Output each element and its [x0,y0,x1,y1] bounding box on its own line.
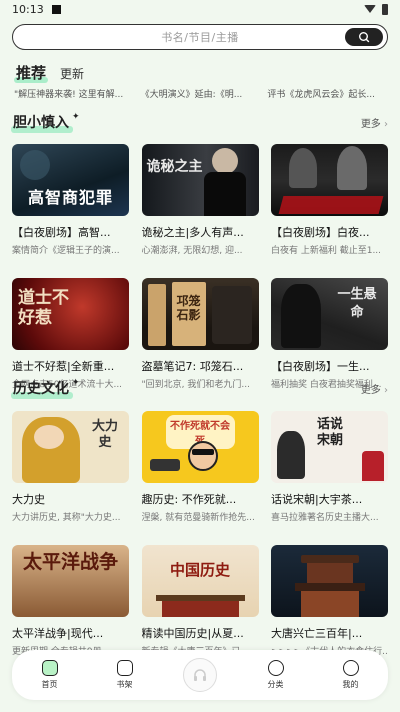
album-desc: 白夜有 上新福利 截止至1... [271,246,382,256]
section-header: 胆小慎入 ✦ 更多 › [11,110,388,134]
chevron-right-icon: › [384,384,388,396]
album-grid: 大力史 大力史 大力讲历史, 其称"大力史... 不作死就不会死 趣历史: 不作… [12,411,388,679]
cover-text: 太平洋战争 [22,551,118,573]
album-title: 精读中国历史|从夏... [141,627,244,640]
headphones-icon [183,658,217,692]
album-cover: 诡秘之主 [141,144,259,216]
more-link[interactable]: 更多 › [361,381,388,396]
album-title: 道士不好惹|全新重... [12,360,115,373]
album-card[interactable]: 大力史 大力史 大力讲历史, 其称"大力史... [12,411,129,545]
album-title: 【白夜剧场】高智... [12,226,111,239]
album-cover: 一生悬命 [271,278,388,350]
album-title: 话说宋朝|大宇茶... [271,493,363,506]
wifi-icon [364,5,376,13]
nav-home[interactable]: 首页 [12,660,87,690]
album-cover: 邛笼石影 [141,278,259,350]
album-desc: 喜马拉雅著名历史主播大... [271,513,379,523]
section-title: 胆小慎入 [11,112,73,133]
album-cover: 太平洋战争 [12,545,129,617]
album-title: 【白夜剧场】白夜... [271,226,370,239]
album-cover: 道士不好惹 [12,278,129,350]
nav-mine[interactable]: 我的 [313,660,388,690]
album-title: 太平洋战争|现代... [12,627,104,640]
nav-label: 首页 [41,680,58,689]
cover-text: 高智商犯罪 [27,188,113,207]
battery-icon [382,3,388,15]
nav-label: 书架 [116,680,133,689]
album-title: 趣历史: 不作死就... [141,493,237,506]
more-label: 更多 [360,384,381,396]
sparkle-icon: ✦ [72,378,80,388]
album-desc: 涅槃, 就有范曼骑新作抢先... [141,513,255,523]
news-ticker[interactable]: "解压神器来袭! 这里有解... 《大明演义》延由:《明... 评书《龙虎风云会… [14,87,394,100]
more-label: 更多 [360,118,381,130]
album-cover: 中国历史 [141,545,259,617]
sparkle-icon: ✦ [72,112,80,122]
nav-label: 我的 [342,680,359,689]
nav-category[interactable]: 分类 [238,660,313,690]
ticker-item[interactable]: 评书《龙虎风云会》起长... [267,87,394,100]
chevron-right-icon: › [384,118,388,130]
status-time: 10:13 [12,2,44,16]
status-bar: 10:13 [0,0,400,18]
album-card[interactable]: 诡秘之主 诡秘之主|多人有声... 心潮澎湃, 无限幻想, 迎... [141,144,259,278]
search-button[interactable] [345,28,383,46]
search-icon [359,32,370,43]
ticker-item[interactable]: 《大明演义》延由:《明... [141,87,268,100]
album-title: 【白夜剧场】一生... [271,360,370,373]
compass-icon [267,660,284,676]
section-title: 历史文化 [11,378,73,399]
cover-text: 话说宋朝 [316,417,343,448]
album-title: 大唐兴亡三百年|... [271,627,363,640]
album-cover: 高智商犯罪 [12,144,129,216]
nav-shelf[interactable]: 书架 [87,660,162,690]
album-cover: 话说宋朝 [271,411,388,483]
album-title: 盗墓笔记7: 邛笼石... [141,360,244,373]
album-card[interactable]: 高智商犯罪 【白夜剧场】高智... 案情简介《逻辑王子的演... [12,144,129,278]
more-link[interactable]: 更多 › [361,115,388,130]
top-tabs: 推荐 更新 [13,62,84,83]
album-card[interactable]: 话说宋朝 话说宋朝|大宇茶... 喜马拉雅著名历史主播大... [271,411,388,545]
notification-icon [51,4,61,14]
bottom-navbar: 首页 书架 分类 我的 [12,650,388,700]
album-desc: 案情简介《逻辑王子的演... [12,246,120,256]
cover-text: 一生悬命 [337,287,377,320]
cover-text: 道士不好惹 [18,288,69,328]
home-icon [41,660,58,676]
album-card[interactable]: 【白夜剧场】白夜... 白夜有 上新福利 截止至1... [271,144,388,278]
album-title: 诡秘之主|多人有声... [141,226,244,239]
search-bar[interactable]: 书名/节目/主播 [12,24,388,50]
player-button[interactable] [162,658,238,692]
cover-text: 中国历史 [169,561,230,579]
album-card[interactable]: 不作死就不会死 趣历史: 不作死就... 涅槃, 就有范曼骑新作抢先... [141,411,259,545]
album-cover: 不作死就不会死 [141,411,259,483]
album-cover [271,144,388,216]
cover-text: 邛笼石影 [176,294,201,322]
tab-updates[interactable]: 更新 [60,65,84,83]
ticker-item[interactable]: "解压神器来袭! 这里有解... [14,87,141,100]
album-cover: 大力史 [12,411,129,483]
cover-text: 诡秘之主 [146,159,203,175]
search-placeholder: 书名/节目/主播 [161,31,239,44]
profile-icon [342,660,359,676]
nav-label: 分类 [267,680,284,689]
cover-text: 大力史 [91,419,118,450]
album-desc: 心潮澎湃, 无限幻想, 迎... [141,246,243,256]
album-title: 大力史 [12,493,45,506]
tab-recommend[interactable]: 推荐 [13,62,49,83]
section-header: 历史文化 ✦ 更多 › [11,376,388,400]
bookshelf-icon [116,660,133,676]
album-grid: 高智商犯罪 【白夜剧场】高智... 案情简介《逻辑王子的演... 诡秘之主 诡秘… [12,144,388,412]
album-cover [271,545,388,617]
album-desc: 大力讲历史, 其称"大力史... [12,513,121,523]
